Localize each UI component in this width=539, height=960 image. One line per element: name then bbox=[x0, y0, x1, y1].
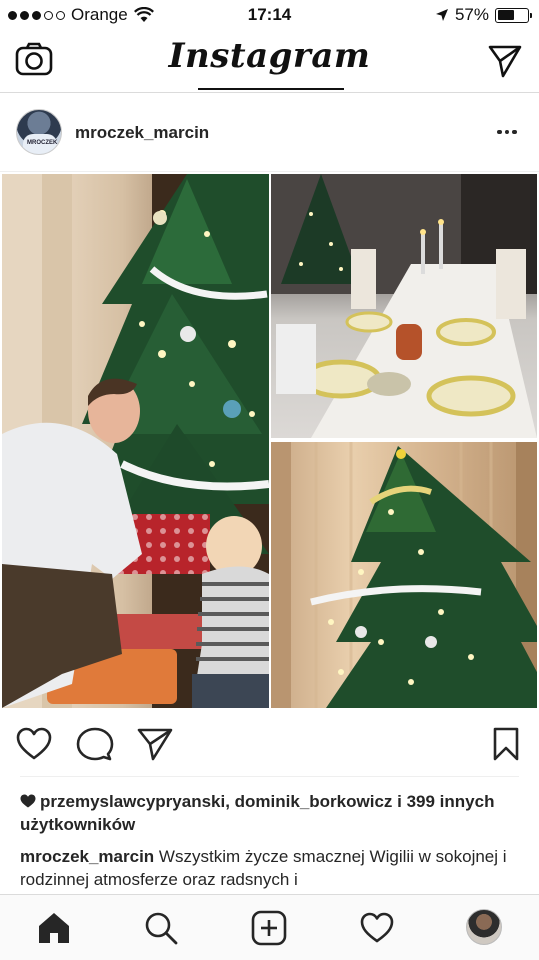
location-arrow-icon bbox=[435, 9, 448, 21]
share-icon[interactable] bbox=[136, 726, 174, 762]
instagram-logo: Instagram bbox=[168, 36, 371, 76]
post-actions bbox=[0, 712, 539, 776]
user-avatar[interactable]: MROCZEK bbox=[16, 109, 62, 155]
avatar-shirt-text: MROCZEK bbox=[27, 140, 58, 146]
likes-text: przemyslawcypryanski, dominik_borkowicz … bbox=[20, 792, 495, 834]
caption-username[interactable]: mroczek_marcin bbox=[20, 847, 154, 866]
home-icon[interactable] bbox=[36, 910, 72, 946]
post-header: MROCZEK mroczek_marcin bbox=[0, 94, 539, 172]
more-dots-icon[interactable] bbox=[495, 122, 519, 142]
photo-christmas-tree bbox=[271, 442, 537, 708]
photo-table-setting bbox=[271, 174, 537, 438]
activity-heart-icon[interactable] bbox=[359, 910, 395, 946]
small-heart-icon bbox=[20, 794, 36, 808]
post-photo-collage[interactable] bbox=[0, 172, 539, 710]
actions-divider bbox=[20, 776, 519, 777]
likes-summary[interactable]: przemyslawcypryanski, dominik_borkowicz … bbox=[20, 790, 520, 836]
status-right: 57% bbox=[435, 5, 532, 25]
bookmark-icon[interactable] bbox=[491, 726, 521, 762]
add-post-icon[interactable] bbox=[251, 910, 287, 946]
post-caption: mroczek_marcin Wszystkim życze smacznej … bbox=[20, 845, 520, 891]
bottom-tab-bar bbox=[0, 894, 539, 960]
battery-icon bbox=[495, 7, 532, 23]
photo-man-child-tree bbox=[2, 174, 269, 708]
search-icon[interactable] bbox=[143, 910, 179, 946]
logo-underline bbox=[198, 88, 344, 90]
top-navigation: Instagram bbox=[0, 30, 539, 93]
battery-percent: 57% bbox=[454, 5, 489, 24]
battery-fill bbox=[497, 10, 515, 20]
comment-icon[interactable] bbox=[76, 726, 114, 762]
status-bar: Orange 17:14 57% bbox=[0, 0, 539, 30]
post-username[interactable]: mroczek_marcin bbox=[75, 123, 209, 143]
profile-avatar[interactable] bbox=[466, 909, 502, 945]
heart-icon[interactable] bbox=[15, 726, 53, 762]
direct-send-icon[interactable] bbox=[487, 44, 523, 78]
